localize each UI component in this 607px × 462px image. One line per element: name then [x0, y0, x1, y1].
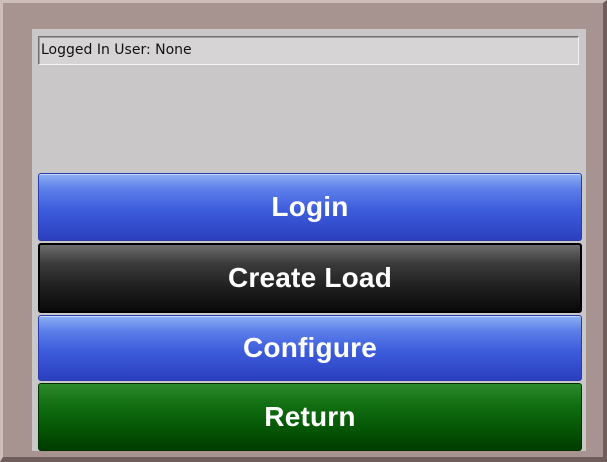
display-screen: Logged In User: None Login Create Load C…: [32, 29, 586, 451]
return-button[interactable]: Return: [38, 383, 582, 451]
login-button-label: Login: [271, 191, 349, 222]
create-load-button-label: Create Load: [227, 262, 393, 293]
logged-in-user-bar: Logged In User: None: [38, 36, 579, 65]
logged-in-user-text: Logged In User: None: [41, 42, 192, 58]
create-load-button[interactable]: Create Load: [38, 243, 582, 313]
device-bezel: Logged In User: None Login Create Load C…: [0, 0, 607, 462]
return-button-label: Return: [264, 401, 356, 432]
configure-button-label: Configure: [242, 332, 377, 363]
configure-button[interactable]: Configure: [38, 315, 582, 381]
login-button[interactable]: Login: [38, 173, 582, 241]
